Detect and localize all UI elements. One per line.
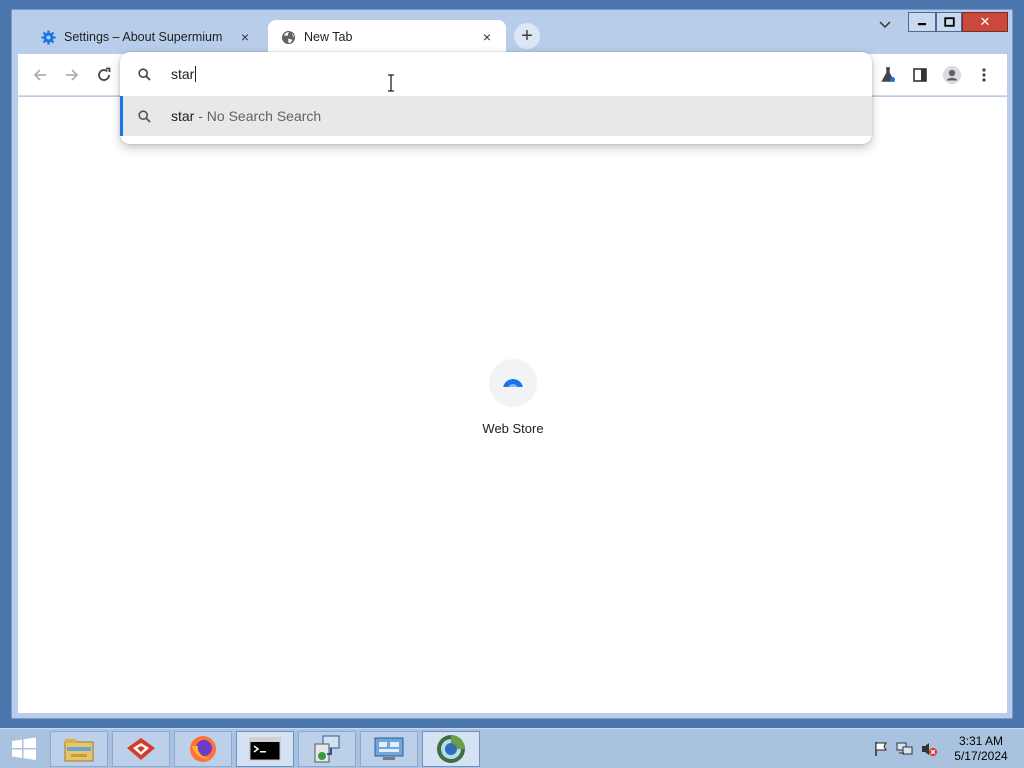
tab-close-button[interactable]: ×: [236, 28, 254, 46]
start-button[interactable]: [8, 735, 40, 763]
side-panel-button[interactable]: [908, 63, 932, 87]
back-arrow-icon: [33, 69, 46, 81]
text-caret: [195, 66, 197, 82]
omnibox-popup: star star - No Search Search: [120, 52, 872, 144]
tab-settings[interactable]: Settings – About Supermium ×: [28, 20, 264, 54]
gear-icon: [40, 29, 56, 45]
command-prompt-icon: [249, 737, 281, 761]
profile-button[interactable]: [940, 63, 964, 87]
suggestion-text: star - No Search Search: [171, 108, 321, 124]
tab-strip: Settings – About Supermium × New Tab × +: [12, 10, 1012, 54]
minimize-button[interactable]: [908, 12, 936, 32]
side-panel-icon: [913, 68, 927, 82]
minimize-icon: [918, 23, 926, 26]
tab-new-tab[interactable]: New Tab ×: [268, 20, 506, 54]
taskbar-firefox[interactable]: [174, 731, 232, 767]
installer-icon: [314, 735, 340, 763]
clock-time: 3:31 AM: [958, 734, 1004, 748]
suggestion-query: star: [171, 108, 195, 124]
tab-search-chevron-icon[interactable]: [876, 16, 894, 34]
control-panel-icon: [374, 737, 404, 760]
profile-avatar-icon: [943, 66, 961, 84]
search-icon: [136, 66, 152, 82]
address-input-value: star: [171, 66, 195, 82]
address-bar[interactable]: star: [120, 52, 872, 96]
supermium-icon: [437, 735, 465, 763]
taskbar-control-panel[interactable]: [360, 731, 418, 767]
taskbar-file-explorer[interactable]: [50, 731, 108, 767]
kebab-menu-icon: [982, 68, 986, 82]
search-icon: [136, 108, 152, 124]
menu-button[interactable]: [972, 63, 996, 87]
shortcut-tile-web-store[interactable]: Web Store: [468, 359, 558, 436]
text-cursor-icon: [388, 74, 394, 92]
new-tab-page: Web Store: [18, 97, 1007, 713]
reload-icon: [98, 67, 111, 81]
suggestion-description: - No Search Search: [194, 108, 322, 124]
selection-indicator: [120, 96, 123, 136]
app-red-logo-icon: [127, 738, 155, 760]
taskbar-installer[interactable]: [298, 731, 356, 767]
file-explorer-icon: [64, 739, 94, 762]
labs-flask-icon: [881, 67, 895, 82]
reload-button[interactable]: [92, 63, 116, 87]
system-clock[interactable]: 3:31 AM 5/17/2024: [948, 734, 1014, 764]
network-icon[interactable]: [896, 741, 914, 757]
forward-button[interactable]: [60, 63, 84, 87]
new-tab-button[interactable]: +: [514, 23, 540, 49]
windows-logo-icon: [12, 737, 36, 760]
taskbar-supermium[interactable]: [422, 731, 480, 767]
maximize-button[interactable]: [936, 12, 962, 32]
shortcut-label: Web Store: [482, 421, 544, 436]
maximize-icon: [943, 17, 955, 27]
omnibox-suggestion[interactable]: star - No Search Search: [120, 96, 872, 136]
taskbar: 3:31 AM 5/17/2024: [0, 728, 1024, 768]
labs-button[interactable]: [876, 63, 900, 87]
back-button[interactable]: [28, 63, 52, 87]
action-center-flag-icon[interactable]: [872, 741, 890, 757]
globe-icon: [280, 29, 296, 45]
taskbar-app-red[interactable]: [112, 731, 170, 767]
tab-title: Settings – About Supermium: [64, 30, 223, 44]
close-window-button[interactable]: ✕: [962, 12, 1008, 32]
taskbar-command-prompt[interactable]: [236, 731, 294, 767]
clock-date: 5/17/2024: [954, 749, 1008, 763]
forward-arrow-icon: [66, 69, 79, 81]
firefox-icon: [190, 736, 216, 762]
close-icon: ✕: [979, 14, 991, 29]
address-input[interactable]: star: [171, 66, 197, 82]
tab-close-button[interactable]: ×: [478, 28, 496, 46]
tab-title: New Tab: [304, 30, 353, 44]
web-store-icon: [489, 359, 537, 407]
volume-muted-icon[interactable]: [920, 741, 938, 757]
